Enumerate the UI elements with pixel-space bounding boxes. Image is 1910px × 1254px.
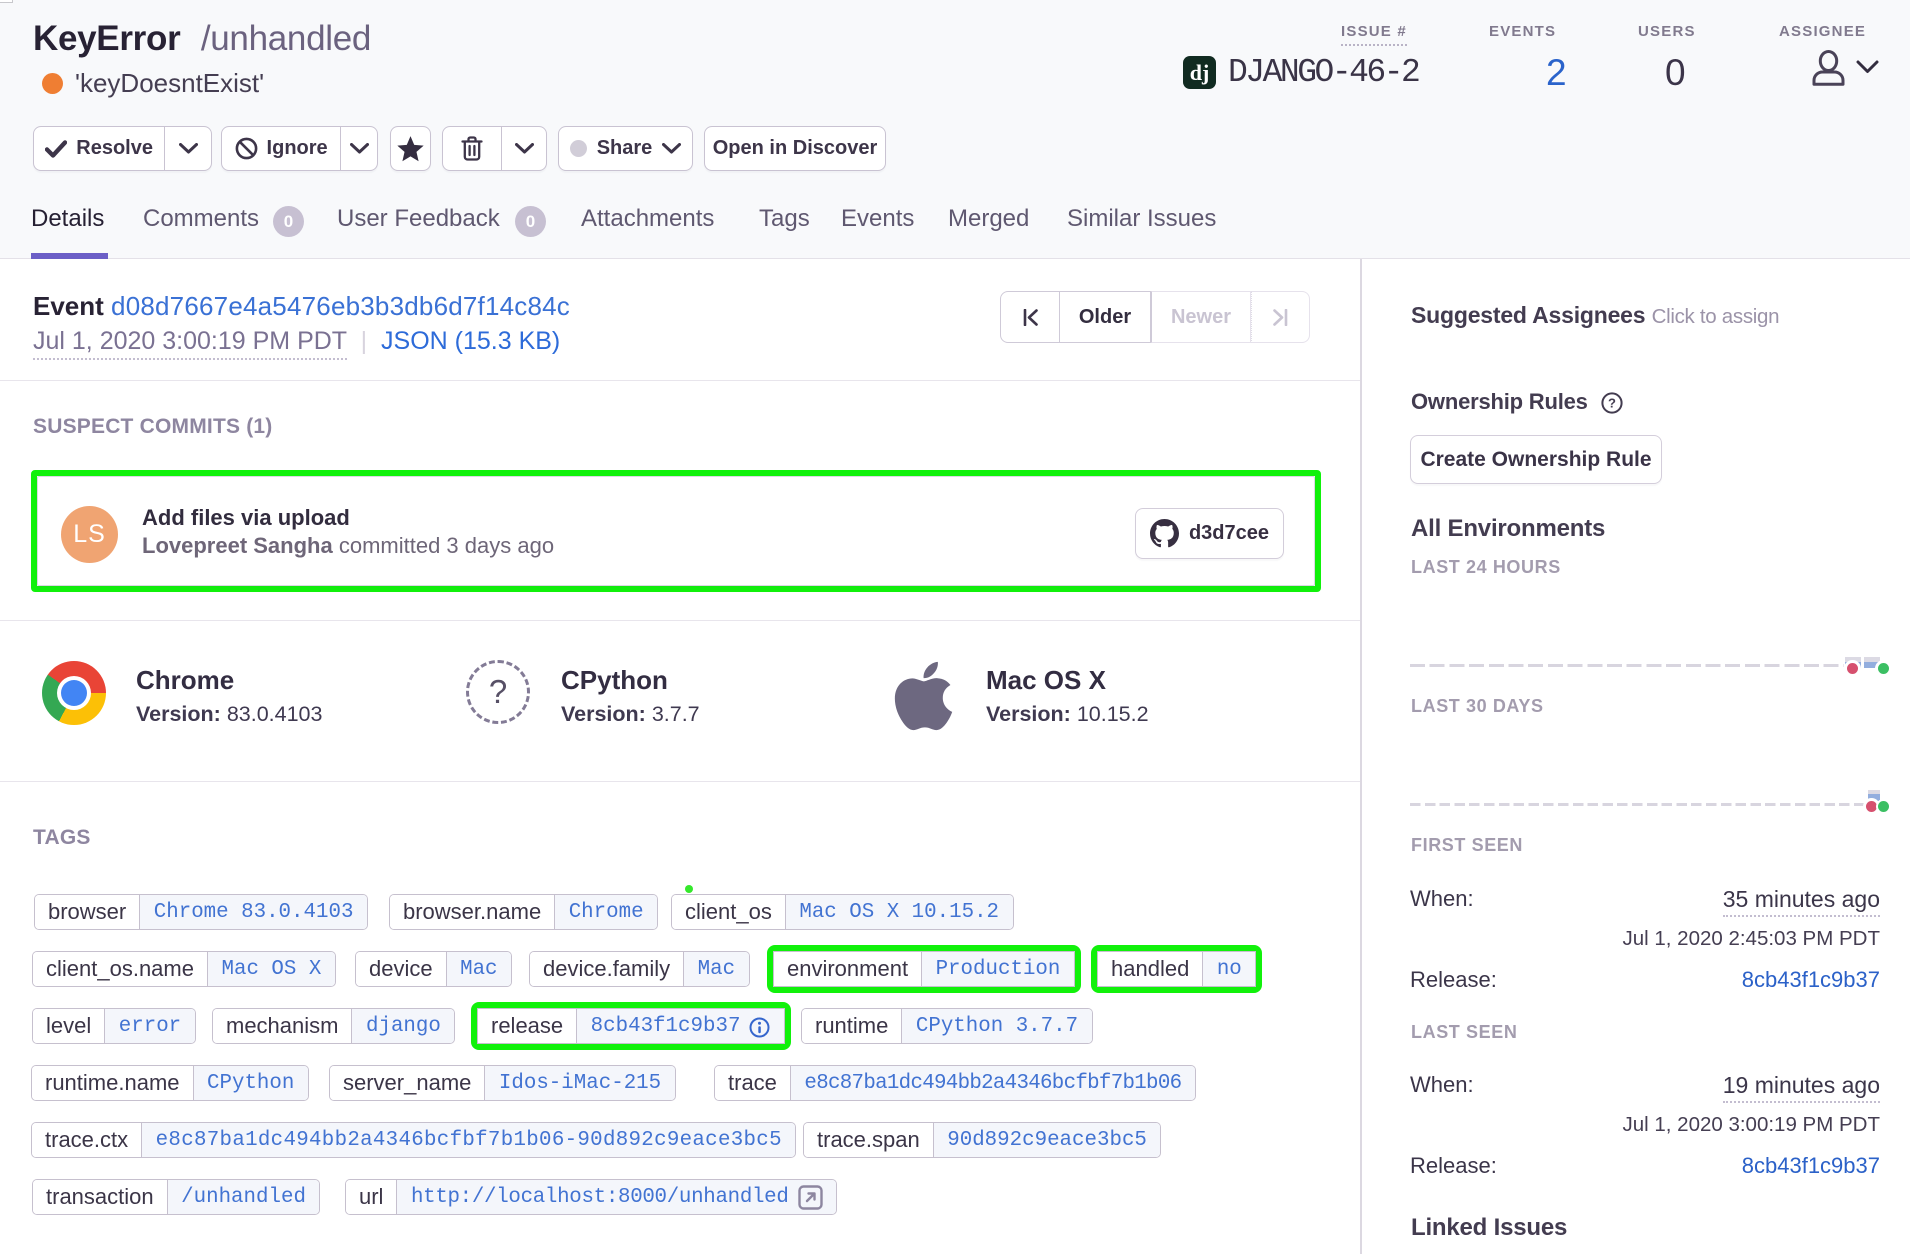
svg-text:?: ? (1608, 396, 1616, 411)
